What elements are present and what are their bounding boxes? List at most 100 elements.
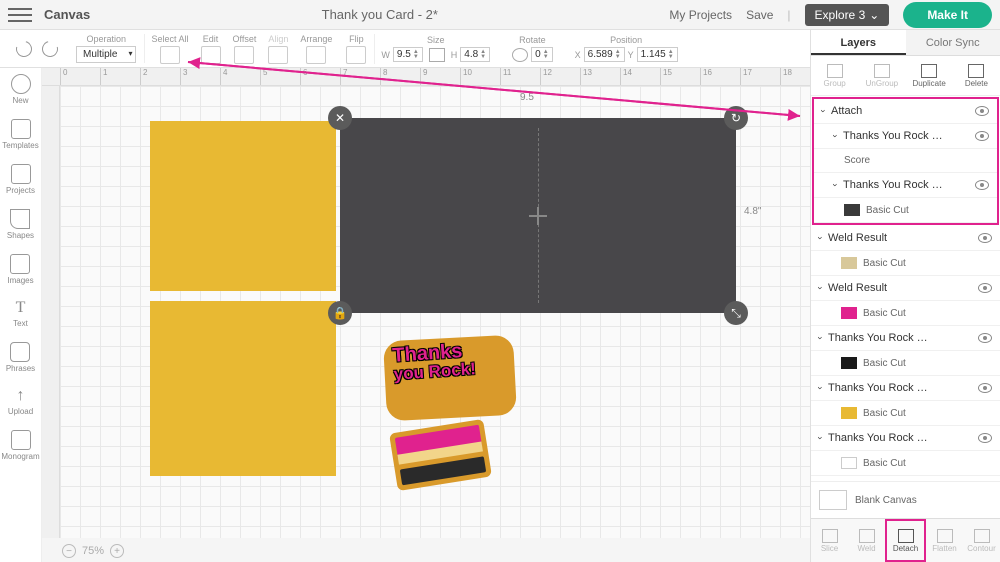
monogram-icon	[11, 430, 31, 450]
flip-button[interactable]	[346, 46, 366, 64]
make-it-button[interactable]: Make It	[903, 2, 992, 28]
layer-score[interactable]: Score	[814, 149, 997, 173]
zoom-out-icon[interactable]: −	[62, 544, 76, 558]
layer-basic-cut-6[interactable]: Basic Cut	[811, 451, 1000, 476]
offset-button[interactable]	[234, 46, 254, 64]
align-label: Align	[268, 34, 288, 44]
tool-weld[interactable]: Weld	[848, 519, 885, 562]
thanks-you-rock-art[interactable]: Thanksyou Rock!	[385, 338, 515, 418]
layer-thanks-ca-2[interactable]: ›Thanks You Rock Ca…	[811, 376, 1000, 401]
ruler-vertical	[42, 86, 60, 538]
width-label: W	[381, 50, 390, 60]
height-label: H	[451, 50, 458, 60]
y-label: Y	[628, 50, 634, 60]
images-icon	[10, 254, 30, 274]
layer-attach[interactable]: ›Attach	[814, 99, 997, 124]
layer-basic-cut-3[interactable]: Basic Cut	[811, 301, 1000, 326]
menu-icon[interactable]	[8, 6, 32, 24]
undo-icon[interactable]	[13, 38, 35, 60]
visibility-icon[interactable]	[975, 131, 989, 141]
cassette-art[interactable]	[389, 419, 492, 491]
redo-icon[interactable]	[39, 38, 61, 60]
visibility-icon[interactable]	[978, 383, 992, 393]
arrange-label: Arrange	[300, 34, 332, 44]
y-input[interactable]: 1.145▲▼	[637, 47, 678, 62]
canvas-mat[interactable]: ✕ ↻ 🔒 ⤡ 9.5 4.8" Thanksyou Rock!	[60, 86, 810, 538]
shape-yellow-top[interactable]	[150, 121, 336, 291]
rotate-label: Rotate	[519, 35, 546, 45]
align-button[interactable]	[268, 46, 288, 64]
blank-canvas-row[interactable]: Blank Canvas	[811, 481, 1000, 518]
layer-weld-1[interactable]: ›Weld Result	[811, 226, 1000, 251]
shape-yellow-bottom[interactable]	[150, 301, 336, 476]
detach-icon	[898, 529, 914, 543]
tool-delete[interactable]: Delete	[953, 56, 1000, 95]
handle-resize-icon[interactable]: ⤡	[724, 301, 748, 325]
chevron-icon: ›	[816, 337, 826, 340]
visibility-icon[interactable]	[978, 333, 992, 343]
layer-basic-cut-5[interactable]: Basic Cut	[811, 401, 1000, 426]
tool-duplicate[interactable]: Duplicate	[906, 56, 953, 95]
height-input[interactable]: 4.8▲▼	[460, 47, 490, 62]
layer-thanks-2[interactable]: ›Thanks You Rock …	[814, 173, 997, 198]
phrases-icon	[10, 342, 30, 362]
explore-dropdown[interactable]: Explore 3⌄	[805, 4, 890, 26]
rail-images[interactable]: Images	[7, 254, 33, 285]
rail-upload[interactable]: ↑Upload	[8, 387, 33, 416]
rotate-input[interactable]: 0▲▼	[531, 47, 553, 62]
chevron-icon: ›	[831, 135, 841, 138]
rail-phrases[interactable]: Phrases	[6, 342, 35, 373]
tool-contour[interactable]: Contour	[963, 519, 1000, 562]
width-input[interactable]: 9.5▲▼	[393, 47, 423, 62]
tool-slice[interactable]: Slice	[811, 519, 848, 562]
shape-dark-card[interactable]	[340, 118, 736, 313]
color-swatch	[841, 257, 857, 269]
rail-new[interactable]: New	[11, 74, 31, 105]
visibility-icon[interactable]	[978, 233, 992, 243]
handle-delete-icon[interactable]: ✕	[328, 106, 352, 130]
select-all-label: Select All	[151, 34, 188, 44]
operation-dropdown[interactable]: Multiple	[76, 46, 136, 63]
visibility-icon[interactable]	[975, 106, 989, 116]
text-icon: T	[16, 299, 26, 317]
handle-rotate-icon[interactable]: ↻	[724, 106, 748, 130]
zoom-control[interactable]: − 75% +	[62, 544, 124, 558]
visibility-icon[interactable]	[978, 283, 992, 293]
rail-projects[interactable]: Projects	[6, 164, 35, 195]
tab-layers[interactable]: Layers	[811, 30, 906, 55]
tab-color-sync[interactable]: Color Sync	[906, 30, 1000, 55]
zoom-in-icon[interactable]: +	[110, 544, 124, 558]
visibility-icon[interactable]	[975, 180, 989, 190]
rail-text[interactable]: TText	[13, 299, 28, 328]
layer-thanks-ca-3[interactable]: ›Thanks You Rock Ca…	[811, 426, 1000, 451]
arrange-button[interactable]	[306, 46, 326, 64]
my-projects-link[interactable]: My Projects	[669, 8, 732, 22]
chevron-icon: ›	[816, 437, 826, 440]
dimension-height: 4.8"	[744, 206, 761, 217]
rail-templates[interactable]: Templates	[2, 119, 38, 150]
x-input[interactable]: 6.589▲▼	[584, 47, 625, 62]
layer-thanks-ca-1[interactable]: ›Thanks You Rock Ca…	[811, 326, 1000, 351]
layer-basic-cut-1[interactable]: Basic Cut	[814, 198, 997, 223]
edit-button[interactable]	[201, 46, 221, 64]
tool-flatten[interactable]: Flatten	[926, 519, 963, 562]
rail-monogram[interactable]: Monogram	[1, 430, 39, 461]
projects-icon	[11, 164, 31, 184]
layer-thanks-1[interactable]: ›Thanks You Rock …	[814, 124, 997, 149]
layer-basic-cut-2[interactable]: Basic Cut	[811, 251, 1000, 276]
chevron-icon: ›	[816, 387, 826, 390]
shapes-icon	[10, 209, 30, 229]
save-button[interactable]: Save	[746, 8, 773, 22]
layer-basic-cut-4[interactable]: Basic Cut	[811, 351, 1000, 376]
select-all-button[interactable]	[160, 46, 180, 64]
chevron-icon: ›	[831, 184, 841, 187]
visibility-icon[interactable]	[978, 433, 992, 443]
contour-icon	[974, 529, 990, 543]
tool-detach[interactable]: Detach	[885, 519, 926, 562]
handle-lock-icon[interactable]: 🔒	[328, 301, 352, 325]
layer-weld-2[interactable]: ›Weld Result	[811, 276, 1000, 301]
lock-icon[interactable]	[429, 48, 445, 62]
tool-group[interactable]: Group	[811, 56, 858, 95]
rail-shapes[interactable]: Shapes	[7, 209, 34, 240]
tool-ungroup[interactable]: UnGroup	[858, 56, 905, 95]
